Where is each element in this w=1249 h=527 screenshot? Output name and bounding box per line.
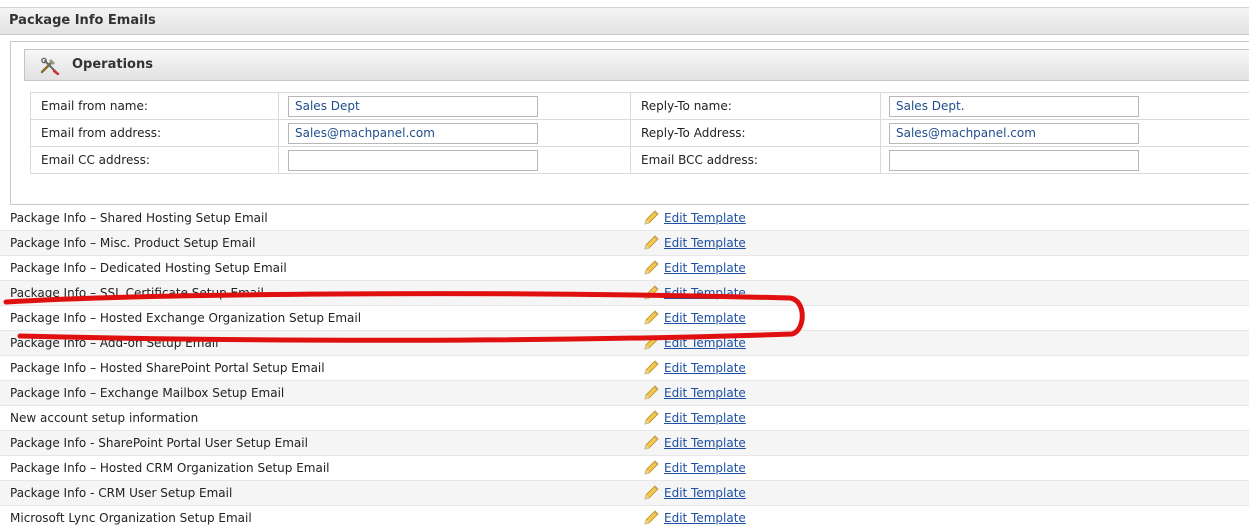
- pencil-icon: [644, 210, 659, 225]
- edit-template-link[interactable]: Edit Template: [664, 361, 746, 375]
- reply-to-address-field[interactable]: Sales@machpanel.com: [889, 123, 1139, 144]
- edit-template-button[interactable]: Edit Template: [643, 384, 746, 402]
- email-cc-address-label: Email CC address:: [41, 153, 150, 167]
- operations-title: Operations: [72, 57, 153, 72]
- pencil-icon: [644, 235, 659, 250]
- edit-template-button[interactable]: Edit Template: [643, 234, 746, 252]
- edit-template-link[interactable]: Edit Template: [664, 386, 746, 400]
- edit-template-button[interactable]: Edit Template: [643, 409, 746, 427]
- email-from-address-label: Email from address:: [41, 126, 162, 140]
- template-row: Package Info – SSL Certificate Setup Ema…: [0, 281, 1249, 306]
- edit-template-link[interactable]: Edit Template: [664, 461, 746, 475]
- template-name: Package Info – Shared Hosting Setup Emai…: [10, 211, 268, 225]
- edit-template-button[interactable]: Edit Template: [643, 359, 746, 377]
- edit-template-link[interactable]: Edit Template: [664, 436, 746, 450]
- template-row: Package Info – Exchange Mailbox Setup Em…: [0, 381, 1249, 406]
- page-title: Package Info Emails: [9, 13, 156, 28]
- edit-template-link[interactable]: Edit Template: [664, 486, 746, 500]
- template-name: Package Info – SSL Certificate Setup Ema…: [10, 286, 264, 300]
- edit-template-link[interactable]: Edit Template: [664, 261, 746, 275]
- template-name: Package Info – Dedicated Hosting Setup E…: [10, 261, 287, 275]
- template-row: Package Info – Hosted SharePoint Portal …: [0, 356, 1249, 381]
- email-from-name-field[interactable]: Sales Dept: [288, 96, 538, 117]
- email-from-address-field[interactable]: Sales@machpanel.com: [288, 123, 538, 144]
- template-row: New account setup information Edit Templ…: [0, 406, 1249, 431]
- form-row-cc: Email CC address: Email BCC address:: [30, 146, 1249, 174]
- reply-to-name-label: Reply-To name:: [641, 99, 732, 113]
- tools-icon: [40, 57, 60, 75]
- template-name: Package Info – Hosted SharePoint Portal …: [10, 361, 325, 375]
- template-name: Microsoft Lync Organization Setup Email: [10, 511, 252, 525]
- template-name: Package Info – Misc. Product Setup Email: [10, 236, 256, 250]
- pencil-icon: [644, 385, 659, 400]
- pencil-icon: [644, 310, 659, 325]
- edit-template-button[interactable]: Edit Template: [643, 484, 746, 502]
- edit-template-button[interactable]: Edit Template: [643, 209, 746, 227]
- edit-template-button[interactable]: Edit Template: [643, 509, 746, 527]
- reply-to-name-field[interactable]: Sales Dept.: [889, 96, 1139, 117]
- edit-template-link[interactable]: Edit Template: [664, 236, 746, 250]
- edit-template-button[interactable]: Edit Template: [643, 434, 746, 452]
- email-bcc-address-field[interactable]: [889, 150, 1139, 171]
- edit-template-button[interactable]: Edit Template: [643, 309, 746, 327]
- template-row: Package Info - CRM User Setup Email Edit…: [0, 481, 1249, 506]
- pencil-icon: [644, 285, 659, 300]
- edit-template-link[interactable]: Edit Template: [664, 311, 746, 325]
- pencil-icon: [644, 510, 659, 525]
- template-name: New account setup information: [10, 411, 199, 425]
- pencil-icon: [644, 360, 659, 375]
- pencil-icon: [644, 410, 659, 425]
- form-row-from-address: Email from address: Sales@machpanel.com …: [30, 119, 1249, 146]
- operations-panel: Operations Email from name: Sales Dept R…: [10, 41, 1249, 205]
- edit-template-link[interactable]: Edit Template: [664, 511, 746, 525]
- template-name: Package Info – Add-on Setup Email: [10, 336, 219, 350]
- template-name: Package Info – Exchange Mailbox Setup Em…: [10, 386, 285, 400]
- pencil-icon: [644, 260, 659, 275]
- operations-header: Operations: [24, 49, 1249, 81]
- edit-template-link[interactable]: Edit Template: [664, 286, 746, 300]
- template-row: Package Info - SharePoint Portal User Se…: [0, 431, 1249, 456]
- template-name: Package Info – Hosted CRM Organization S…: [10, 461, 330, 475]
- email-cc-address-field[interactable]: [288, 150, 538, 171]
- email-bcc-address-label: Email BCC address:: [641, 153, 758, 167]
- template-row: Package Info – Shared Hosting Setup Emai…: [0, 206, 1249, 231]
- page-header: Package Info Emails: [0, 7, 1249, 35]
- template-row: Package Info – Dedicated Hosting Setup E…: [0, 256, 1249, 281]
- email-from-name-label: Email from name:: [41, 99, 148, 113]
- pencil-icon: [644, 460, 659, 475]
- pencil-icon: [644, 435, 659, 450]
- pencil-icon: [644, 485, 659, 500]
- edit-template-link[interactable]: Edit Template: [664, 211, 746, 225]
- edit-template-button[interactable]: Edit Template: [643, 334, 746, 352]
- template-row: Package Info – Hosted CRM Organization S…: [0, 456, 1249, 481]
- template-name: Package Info – Hosted Exchange Organizat…: [10, 311, 362, 325]
- template-row: Package Info – Add-on Setup Email Edit T…: [0, 331, 1249, 356]
- edit-template-link[interactable]: Edit Template: [664, 411, 746, 425]
- template-row: Package Info – Misc. Product Setup Email…: [0, 231, 1249, 256]
- template-row-highlighted: Package Info – Hosted Exchange Organizat…: [0, 306, 1249, 331]
- edit-template-button[interactable]: Edit Template: [643, 459, 746, 477]
- pencil-icon: [644, 335, 659, 350]
- edit-template-button[interactable]: Edit Template: [643, 259, 746, 277]
- template-name: Package Info - CRM User Setup Email: [10, 486, 233, 500]
- form-row-from-name: Email from name: Sales Dept Reply-To nam…: [30, 92, 1249, 119]
- reply-to-address-label: Reply-To Address:: [641, 126, 746, 140]
- template-name: Package Info - SharePoint Portal User Se…: [10, 436, 308, 450]
- template-row: Microsoft Lync Organization Setup Email …: [0, 506, 1249, 525]
- edit-template-link[interactable]: Edit Template: [664, 336, 746, 350]
- edit-template-button[interactable]: Edit Template: [643, 284, 746, 302]
